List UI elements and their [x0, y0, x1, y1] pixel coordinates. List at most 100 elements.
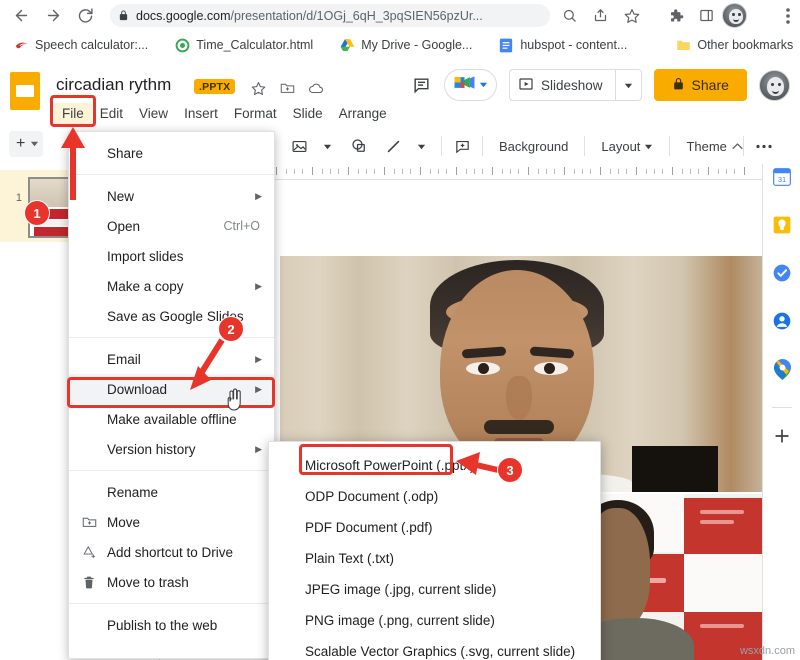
menu-divider	[69, 337, 274, 338]
profile-avatar-icon[interactable]	[722, 3, 747, 28]
menu-item-move-to-trash[interactable]: Move to trash	[69, 567, 274, 597]
menu-item-email[interactable]: Email ▶	[69, 344, 274, 374]
submenu-item-odp[interactable]: ODP Document (.odp)	[269, 481, 600, 512]
google-meet-icon	[453, 74, 476, 96]
bookmark-hubspot-content[interactable]: hubspot - content...	[491, 33, 634, 57]
submenu-item-png[interactable]: PNG image (.png, current slide)	[269, 605, 600, 636]
submenu-arrow-icon: ▶	[255, 281, 262, 292]
zoom-magnifier-icon[interactable]	[558, 4, 581, 27]
line-caret-icon[interactable]	[407, 132, 435, 160]
share-label: Share	[692, 77, 729, 93]
google-tasks-icon[interactable]	[771, 262, 793, 284]
google-docs-icon	[498, 37, 514, 53]
bookmark-my-drive[interactable]: My Drive - Google...	[332, 33, 479, 57]
submenu-item-pdf[interactable]: PDF Document (.pdf)	[269, 512, 600, 543]
menu-insert[interactable]: Insert	[176, 103, 226, 124]
menu-item-label: Publish to the web	[107, 618, 217, 633]
add-app-plus-icon[interactable]	[771, 425, 793, 447]
google-calendar-icon[interactable]: 31	[771, 166, 793, 188]
star-icon[interactable]	[248, 78, 268, 98]
back-arrow-icon[interactable]	[8, 2, 34, 28]
menu-item-new[interactable]: New ▶	[69, 181, 274, 211]
insert-shape-icon[interactable]	[345, 132, 373, 160]
reload-icon[interactable]	[72, 2, 98, 28]
menu-divider	[69, 603, 274, 604]
address-bar[interactable]: docs.google.com/presentation/d/1OGj_6qH_…	[110, 4, 550, 27]
sidepanel-icon[interactable]	[694, 4, 718, 27]
menu-item-share[interactable]: Share	[69, 138, 274, 168]
google-apps-side-rail: 31	[762, 164, 800, 660]
document-title[interactable]: circadian rythm	[56, 75, 171, 95]
submenu-item-pptx[interactable]: Microsoft PowerPoint (.pptx)	[269, 450, 600, 481]
google-drive-icon	[339, 37, 355, 53]
cloud-saved-icon[interactable]	[306, 78, 326, 98]
move-to-folder-icon	[80, 513, 98, 531]
move-to-folder-icon[interactable]	[277, 78, 297, 98]
menu-item-open[interactable]: Open Ctrl+O	[69, 211, 274, 241]
submenu-item-txt[interactable]: Plain Text (.txt)	[269, 543, 600, 574]
image-caret-icon[interactable]	[313, 132, 341, 160]
menu-arrange[interactable]: Arrange	[331, 103, 395, 124]
toolbar-divider	[669, 136, 670, 156]
submenu-arrow-icon: ▶	[255, 384, 262, 395]
menu-file[interactable]: File	[54, 103, 92, 124]
menu-item-label: Move to trash	[107, 575, 189, 590]
layout-label: Layout	[601, 139, 640, 154]
submenu-item-jpeg[interactable]: JPEG image (.jpg, current slide)	[269, 574, 600, 605]
more-options-button[interactable]	[750, 132, 778, 160]
slideshow-button[interactable]: Slideshow	[509, 69, 642, 101]
bookmark-favicon-speech-icon	[13, 37, 29, 53]
layout-button[interactable]: Layout	[591, 139, 663, 154]
menu-item-make-a-copy[interactable]: Make a copy ▶	[69, 271, 274, 301]
header-actions: Slideshow Share	[406, 69, 790, 101]
google-maps-icon[interactable]	[771, 358, 793, 380]
background-button[interactable]: Background	[489, 139, 578, 154]
bookmarks-bar: Speech calculator:... Time_Calculator.ht…	[0, 30, 800, 61]
google-keep-icon[interactable]	[771, 214, 793, 236]
submenu-item-svg[interactable]: Scalable Vector Graphics (.svg, current …	[269, 636, 600, 660]
menu-item-add-shortcut-to-drive[interactable]: Add shortcut to Drive	[69, 537, 274, 567]
slideshow-caret-icon[interactable]	[615, 69, 641, 101]
user-avatar[interactable]	[759, 70, 790, 101]
folder-icon	[675, 37, 691, 53]
bookmark-label: My Drive - Google...	[361, 38, 472, 52]
extensions-puzzle-icon[interactable]	[664, 4, 688, 27]
comment-history-icon[interactable]	[406, 70, 436, 100]
menu-item-move[interactable]: Move	[69, 507, 274, 537]
menu-item-rename[interactable]: Rename	[69, 477, 274, 507]
share-icon[interactable]	[589, 4, 612, 27]
menu-item-publish-to-the-web[interactable]: Publish to the web	[69, 610, 274, 640]
watermark-text: wsxdn.com	[740, 645, 795, 657]
bookmark-other-bookmarks[interactable]: Other bookmarks	[668, 33, 800, 57]
menu-item-label: Make a copy	[107, 279, 184, 294]
google-contacts-icon[interactable]	[771, 310, 793, 332]
insert-image-icon[interactable]	[285, 132, 313, 160]
star-icon[interactable]	[620, 4, 643, 27]
bookmark-label: hubspot - content...	[520, 38, 627, 52]
menu-divider	[69, 470, 274, 471]
bookmark-speech-calculator[interactable]: Speech calculator:...	[6, 33, 155, 57]
insert-comment-icon[interactable]	[448, 132, 476, 160]
bookmark-time-calculator[interactable]: Time_Calculator.html	[167, 33, 320, 57]
menu-item-label: Email	[107, 352, 141, 367]
svg-text:31: 31	[778, 175, 786, 184]
menu-item-version-history[interactable]: Version history ▶	[69, 434, 274, 464]
menu-edit[interactable]: Edit	[92, 103, 131, 124]
forward-arrow-icon[interactable]	[40, 2, 66, 28]
google-meet-button[interactable]	[444, 69, 497, 101]
collapse-toolbar-icon[interactable]	[725, 134, 749, 158]
share-button[interactable]: Share	[654, 69, 747, 101]
mouse-cursor-hand-icon	[224, 388, 244, 412]
slide-image-portrait-secondary[interactable]	[588, 494, 770, 660]
menu-item-label: Move	[107, 515, 140, 530]
chevron-down-icon	[479, 76, 488, 94]
download-submenu[interactable]: Microsoft PowerPoint (.pptx) ODP Documen…	[268, 441, 601, 660]
menu-slide[interactable]: Slide	[285, 103, 331, 124]
insert-line-icon[interactable]	[379, 132, 407, 160]
menu-view[interactable]: View	[131, 103, 176, 124]
menu-item-import-slides[interactable]: Import slides	[69, 241, 274, 271]
google-slides-logo	[10, 72, 40, 110]
menu-format[interactable]: Format	[226, 103, 285, 124]
three-dot-menu-icon[interactable]	[776, 4, 800, 27]
chevron-down-icon	[644, 139, 653, 154]
